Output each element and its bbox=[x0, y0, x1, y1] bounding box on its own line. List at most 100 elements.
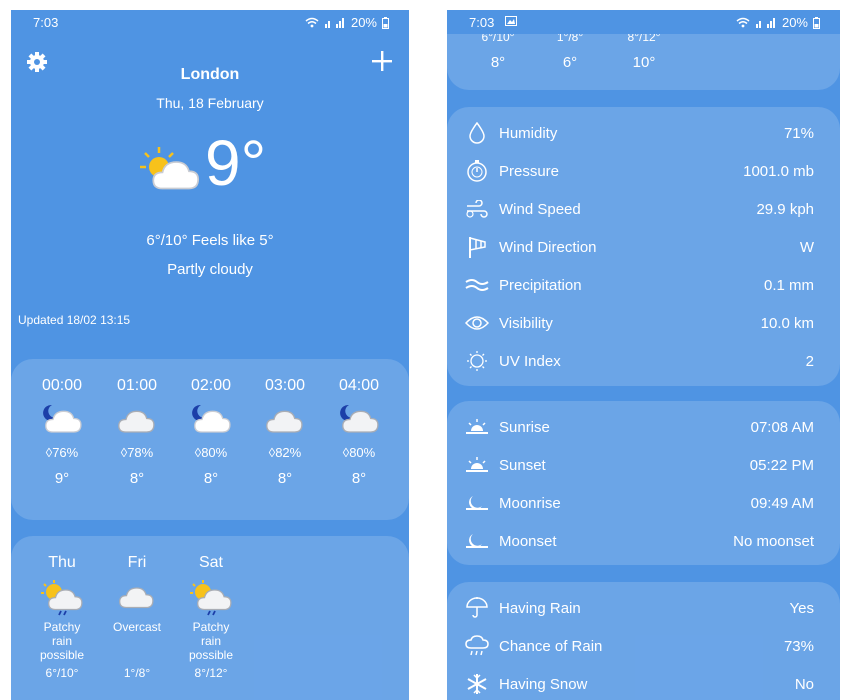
battery-icon bbox=[813, 16, 820, 29]
day-name: Thu bbox=[48, 554, 76, 571]
hour-humidity: ◊80% bbox=[194, 445, 228, 460]
rain-cloud-icon bbox=[463, 634, 491, 658]
hour-temp: 8° bbox=[351, 470, 367, 487]
battery-label: 20% bbox=[350, 15, 377, 30]
day-condition: Patchy rain possible bbox=[188, 620, 234, 662]
moonrise-icon bbox=[463, 491, 491, 515]
moon-cloud-icon bbox=[42, 403, 82, 435]
hour-column: 01:00 ◊78% 8° bbox=[100, 377, 174, 487]
uv-icon bbox=[463, 349, 491, 373]
hour-temp: 8° bbox=[203, 470, 219, 487]
day-name: Sat bbox=[198, 554, 223, 571]
hour-humidity: ◊78% bbox=[120, 445, 154, 460]
daily-forecast-card[interactable]: Thu Patchy rain possible 6°/10° Fri Overca… bbox=[11, 536, 409, 700]
rain-row-chance-of-rain: Chance of Rain 73% bbox=[463, 634, 814, 658]
updated-timestamp: Updated 18/02 13:15 bbox=[18, 313, 131, 327]
sunrise-icon bbox=[463, 415, 491, 439]
hour-temp: 8° bbox=[277, 470, 293, 487]
weather-details-screen: 6°/10° 8° 1°/8° 6° 8°/12° 10° 7:03 20% H… bbox=[447, 10, 840, 700]
moon-cloud-icon bbox=[191, 403, 231, 435]
hour-temp: 8° bbox=[129, 470, 145, 487]
day-range: 8°/12° bbox=[194, 666, 228, 680]
hour-humidity: ◊82% bbox=[268, 445, 302, 460]
day-column: 8°/12° 10° bbox=[607, 30, 681, 71]
day-name: Fri bbox=[127, 554, 147, 571]
hour-humidity: ◊80% bbox=[342, 445, 376, 460]
hour-time: 03:00 bbox=[264, 377, 306, 394]
hour-humidity: ◊76% bbox=[45, 445, 79, 460]
sunset-icon bbox=[463, 453, 491, 477]
signal-icon bbox=[755, 17, 777, 28]
eye-icon bbox=[463, 311, 491, 335]
rain-row-having-rain: Having Rain Yes bbox=[463, 596, 814, 620]
day-column: Thu Patchy rain possible 6°/10° bbox=[25, 554, 99, 680]
current-date: Thu, 18 February bbox=[156, 95, 264, 111]
astro-row-sunset: Sunset 05:22 PM bbox=[463, 453, 814, 477]
cloud-icon bbox=[116, 580, 158, 616]
status-indicators: 20% bbox=[305, 15, 389, 30]
hourly-forecast-card[interactable]: 00:00 ◊76% 9° 01:00 ◊78% 8° 02:00 ◊80% 8… bbox=[11, 359, 409, 520]
hour-time: 00:00 bbox=[41, 377, 83, 394]
day-column: Sat Patchy rain possible 8°/12° bbox=[174, 554, 248, 680]
min-max-feels-like: 6°/10° Feels like 5° bbox=[146, 232, 274, 249]
status-time: 7:03 bbox=[469, 15, 495, 30]
detail-row-visibility: Visibility 10.0 km bbox=[463, 311, 814, 335]
main-weather-screen: 7:03 20% London Thu, 18 February 9° 6°/1… bbox=[11, 10, 409, 700]
drop-icon bbox=[463, 121, 491, 145]
day-column: 1°/8° 6° bbox=[533, 30, 607, 71]
detail-row-uv-index: UV Index 2 bbox=[463, 349, 814, 373]
current-temperature: 9° bbox=[205, 127, 267, 199]
windsock-icon bbox=[463, 235, 491, 259]
hour-time: 02:00 bbox=[190, 377, 232, 394]
image-notification-icon bbox=[505, 16, 517, 26]
day-range: 1°/8° bbox=[123, 666, 151, 680]
condition-text: Partly cloudy bbox=[167, 261, 253, 278]
detail-row-precipitation: Precipitation 0.1 mm bbox=[463, 273, 814, 297]
hour-column: 04:00 ◊80% 8° bbox=[322, 377, 396, 487]
wind-icon bbox=[463, 197, 491, 221]
hour-time: 01:00 bbox=[116, 377, 158, 394]
hour-column: 03:00 ◊82% 8° bbox=[248, 377, 322, 487]
hour-column: 00:00 ◊76% 9° bbox=[25, 377, 99, 487]
day-column: 6°/10° 8° bbox=[461, 30, 535, 71]
status-indicators: 20% bbox=[736, 15, 820, 30]
day-range: 6°/10° bbox=[45, 666, 79, 680]
detail-row-pressure: Pressure 1001.0 mb bbox=[463, 159, 814, 183]
detail-row-wind-direction: Wind Direction W bbox=[463, 235, 814, 259]
day-temp: 6° bbox=[562, 54, 578, 71]
signal-icon bbox=[324, 17, 346, 28]
gauge-icon bbox=[463, 159, 491, 183]
day-column: Fri Overcast 1°/8° bbox=[100, 554, 174, 680]
status-time: 7:03 bbox=[33, 15, 59, 30]
day-temp: 8° bbox=[490, 54, 506, 71]
hour-column: 02:00 ◊80% 8° bbox=[174, 377, 248, 487]
day-temp: 10° bbox=[632, 54, 656, 71]
sun-cloud-rain-icon bbox=[190, 580, 232, 616]
moonset-icon bbox=[463, 529, 491, 553]
moon-cloud-icon bbox=[339, 403, 379, 435]
precipitation-card: Having Rain Yes Chance of Rain 73% Havin… bbox=[447, 582, 840, 700]
detail-row-wind-speed: Wind Speed 29.9 kph bbox=[463, 197, 814, 221]
wifi-icon bbox=[736, 17, 750, 28]
status-bar: 7:03 20% bbox=[447, 10, 840, 34]
cloud-icon bbox=[265, 403, 305, 435]
day-condition: Patchy rain possible bbox=[39, 620, 85, 662]
hour-time: 04:00 bbox=[338, 377, 380, 394]
astro-row-sunrise: Sunrise 07:08 AM bbox=[463, 415, 814, 439]
partly-cloudy-icon bbox=[137, 144, 201, 196]
astro-row-moonset: Moonset No moonset bbox=[463, 529, 814, 553]
umbrella-icon bbox=[463, 596, 491, 620]
battery-label: 20% bbox=[781, 15, 808, 30]
weather-details-card: Humidity 71% Pressure 1001.0 mb Wind Spe… bbox=[447, 107, 840, 386]
astro-row-moonrise: Moonrise 09:49 AM bbox=[463, 491, 814, 515]
battery-icon bbox=[382, 16, 389, 29]
astronomy-card: Sunrise 07:08 AM Sunset 05:22 PM Moonris… bbox=[447, 401, 840, 565]
wifi-icon bbox=[305, 17, 319, 28]
waves-icon bbox=[463, 273, 491, 297]
cloud-icon bbox=[117, 403, 157, 435]
day-condition: Overcast bbox=[112, 620, 161, 634]
status-bar: 7:03 20% bbox=[11, 10, 409, 34]
hour-temp: 9° bbox=[54, 470, 70, 487]
rain-row-having-snow: Having Snow No bbox=[463, 672, 814, 696]
snowflake-icon bbox=[463, 672, 491, 696]
